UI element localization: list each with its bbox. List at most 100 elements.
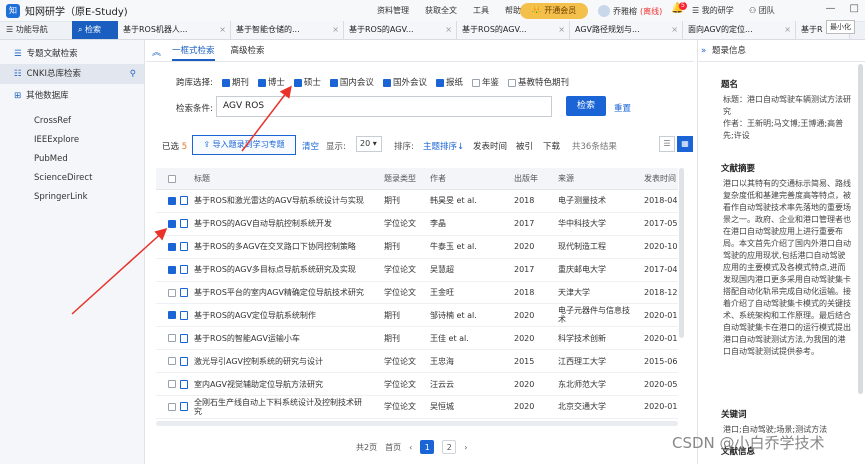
checkbox-basic-edu[interactable]: 基教特色期刊 [507,76,569,88]
nav-sub-pubmed[interactable]: PubMed [0,150,144,169]
tab-function-nav[interactable]: ☰ 功能导航 [0,21,72,39]
row-title[interactable]: 基于ROS的多AGV在交叉路口下协同控制策略 [194,236,364,258]
table-scrollbar[interactable] [679,168,684,338]
import-to-topic-button[interactable]: ⇪ 导入题录到学习专题 [192,135,296,155]
doc-tab[interactable]: 基于ROS机器人... × [118,21,231,39]
row-title[interactable]: 激光导引AGV控制系统的研究与设计 [194,350,364,372]
row-checkbox[interactable] [168,213,178,235]
page-1[interactable]: 1 [420,440,435,454]
header-type[interactable]: 题录类型 [384,168,416,189]
user-menu[interactable]: 乔雅榕 (离线) [598,5,662,17]
table-row[interactable]: 基于ROS的AGV定位导航系统制作 期刊 邹诗楠 et al. 2020 电子元器件与信… [156,304,678,328]
close-icon[interactable]: × [445,21,452,39]
menu-item-help[interactable]: 帮助 [505,5,521,16]
select-all-checkbox[interactable] [168,168,178,189]
close-icon[interactable]: × [784,21,791,39]
row-title[interactable]: 全刚石生产线自动上下料系统设计及控制技术研究 [194,396,364,418]
close-icon[interactable]: × [671,21,678,39]
minimize-icon[interactable]: — [826,3,836,14]
chevron-right-icon[interactable]: » [701,40,706,62]
tab-simple-search[interactable]: 一框式检索 [172,40,215,61]
row-checkbox[interactable] [168,282,178,304]
menu-item-fulltext[interactable]: 获取全文 [425,5,457,16]
detail-view-icon[interactable]: ▦ [677,136,693,152]
row-checkbox[interactable] [168,396,178,418]
table-row[interactable]: 基于ROS平台的室内AGV精确定位导航技术研究 学位论文 王金旺 2018 天津大学 20… [156,282,678,305]
nav-sub-crossref[interactable]: CrossRef [0,112,144,131]
prev-page-icon[interactable]: ‹ [409,443,412,452]
header-date[interactable]: 发表时间 [644,168,676,189]
team-link[interactable]: ⚇ 团队 [749,5,775,16]
header-author[interactable]: 作者 [430,168,446,189]
header-year[interactable]: 出版年 [514,168,538,189]
reset-button[interactable]: 重置 [614,102,631,114]
doc-tab[interactable]: 基于智能仓储的... × [231,21,344,39]
sort-download[interactable]: 下载 [543,140,560,152]
doc-tab[interactable]: 基于ROS的AGV... × [344,21,457,39]
menu-item-manage[interactable]: 资料管理 [377,5,409,16]
tab-advanced-search[interactable]: 高级检索 [231,40,265,61]
row-checkbox[interactable] [168,350,178,372]
nav-sub-springerlink[interactable]: SpringerLink [0,188,144,207]
my-work-link[interactable]: ☰ 我的研学 [692,5,734,16]
tab-search[interactable]: ⌕ 检索 [72,21,118,39]
nav-item-topic-search[interactable]: ☰ 专题文献检索 [0,44,144,64]
clear-button[interactable]: 清空 [302,140,319,152]
table-row[interactable]: 基于ROS的多AGV在交叉路口下协同控制策略 期刊 牛泰玉 et al. 2020 现代… [156,236,678,259]
row-checkbox[interactable] [168,259,178,281]
row-checkbox[interactable] [168,327,178,349]
header-source[interactable]: 来源 [558,168,636,189]
row-title[interactable]: 基于ROS和激光雷达的AGV导航系统设计与实现 [194,190,364,212]
table-hscrollbar[interactable] [156,421,678,426]
row-checkbox[interactable] [168,304,178,326]
row-title[interactable]: 基于ROS平台的室内AGV精确定位导航技术研究 [194,282,364,304]
doc-tab[interactable]: 面向AGV的定位... × [683,21,796,39]
row-checkbox[interactable] [168,190,178,212]
row-title[interactable]: 基于ROS的AGV定位导航系统制作 [194,304,364,326]
sort-date[interactable]: 发表时间 [473,140,507,152]
checkbox-phd[interactable]: 博士 [257,76,285,88]
table-row[interactable]: 基于ROS的AGV多目标点导航系统研究及实现 学位论文 吴慧超 2017 重庆邮电大学 2… [156,259,678,282]
list-view-icon[interactable]: ☰ [659,136,675,152]
vip-button[interactable]: 👑 开通会员 [520,3,588,19]
table-row[interactable]: 全刚石生产线自动上下料系统设计及控制技术研究 学位论文 吴恒城 2020 北京交通大学 2… [156,396,678,419]
row-title[interactable]: 基于ROS的AGV多目标点导航系统研究及实现 [194,259,364,281]
search-input[interactable]: AGV ROS [216,96,552,117]
table-row[interactable]: 基于ROS的AGV自动导航控制系统开发 学位论文 李晶 2017 华中科技大学 2017-… [156,213,678,236]
row-checkbox[interactable] [168,373,178,395]
menu-item-tools[interactable]: 工具 [473,5,489,16]
sort-cited[interactable]: 被引 [516,140,533,152]
row-title[interactable]: 基于ROS的智能AGV运输小车 [194,327,364,349]
table-row[interactable]: 室内AGV视觉辅助定位导航方法研究 学位论文 汪云云 2020 东北师范大学 2020-0… [156,373,678,397]
nav-item-cnki-search[interactable]: ☷ CNKI总库检索 ⚲ [0,64,144,84]
header-title[interactable]: 标题 [194,168,364,189]
close-icon[interactable]: × [219,21,226,39]
nav-sub-sciencedirect[interactable]: ScienceDirect [0,169,144,188]
filter-icon[interactable]: ⚲ [130,64,136,84]
row-title[interactable]: 室内AGV视觉辅助定位导航方法研究 [194,373,364,395]
search-button[interactable]: 检索 [566,96,606,116]
checkbox-journal[interactable]: 期刊 [221,76,249,88]
close-icon[interactable]: × [558,21,565,39]
info-scrollbar[interactable] [858,64,863,394]
table-row[interactable]: 基于ROS的智能AGV运输小车 期刊 王佳 et al. 2020 科学技术创新 2020… [156,327,678,351]
table-row[interactable]: 激光导引AGV控制系统的研究与设计 学位论文 王忠海 2015 江西理工大学 2015-0… [156,350,678,374]
row-checkbox[interactable] [168,236,178,258]
nav-item-other-db[interactable]: ⊞ 其他数据库 [0,86,144,106]
checkbox-master[interactable]: 硕士 [293,76,321,88]
maximize-icon[interactable]: □ [850,3,859,14]
checkbox-intl-conf[interactable]: 国外会议 [382,76,427,88]
checkbox-yearbook[interactable]: 年鉴 [471,76,499,88]
close-icon[interactable]: × [332,21,339,39]
page-size-select[interactable]: 20 ▾ [356,136,382,152]
doc-tab[interactable]: 基于ROS的AGV... × [457,21,570,39]
sort-topic[interactable]: 主题排序↓ [423,140,464,152]
row-title[interactable]: 基于ROS的AGV自动导航控制系统开发 [194,213,364,235]
doc-tab[interactable]: AGV路径规划与... × [570,21,683,39]
checkbox-newspaper[interactable]: 报纸 [435,76,463,88]
page-2[interactable]: 2 [442,440,457,454]
nav-sub-ieee[interactable]: IEEExplore [0,131,144,150]
table-row[interactable]: 基于ROS和激光雷达的AGV导航系统设计与实现 期刊 韩昊旻 et al. 2018 电… [156,190,678,213]
first-page-link[interactable]: 首页 [385,442,401,453]
next-page-icon[interactable]: › [464,443,467,452]
